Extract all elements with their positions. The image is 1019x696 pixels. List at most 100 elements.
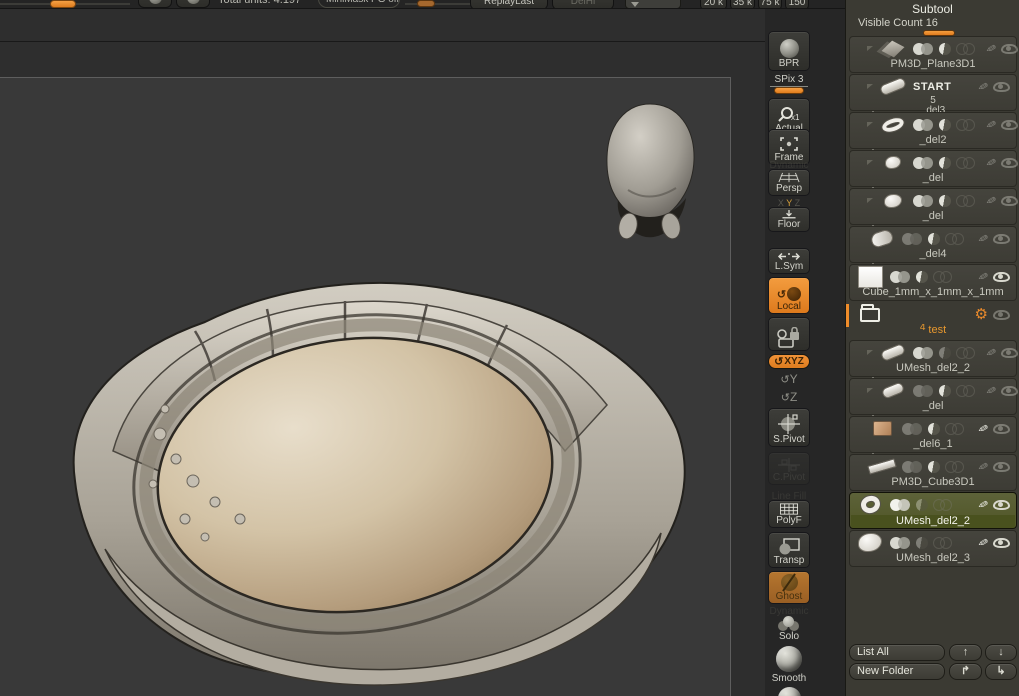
brush-icon[interactable] (978, 233, 988, 245)
transp-button[interactable]: Transp (768, 532, 810, 568)
spix-slider-handle[interactable] (774, 87, 804, 94)
bpr-button[interactable]: BPR (768, 31, 810, 71)
paint-toggle-icon[interactable] (902, 460, 923, 473)
halfmoon-toggle-icon[interactable] (939, 118, 951, 131)
subtool-row[interactable]: _del (849, 188, 1019, 225)
gear-icon[interactable] (975, 307, 988, 322)
split-toggle-icon[interactable] (933, 270, 953, 283)
paint-toggle-icon[interactable] (890, 498, 911, 511)
collapse-triangle-icon[interactable] (867, 198, 873, 203)
brush-icon[interactable] (986, 195, 996, 207)
eye-icon[interactable] (993, 271, 1010, 282)
subtool-folder-row[interactable]: 4test (849, 302, 1017, 339)
lsym-button[interactable]: L.Sym (768, 248, 810, 274)
collapse-triangle-icon[interactable] (867, 46, 873, 51)
brush-icon[interactable] (978, 499, 988, 511)
collapse-triangle-icon[interactable] (867, 160, 873, 165)
eye-icon[interactable] (993, 499, 1010, 510)
subtool-row[interactable]: _del (849, 150, 1019, 187)
toolbar-icon-button-1[interactable] (138, 0, 172, 8)
camera-lock-button[interactable] (768, 317, 810, 351)
move-into-button[interactable] (985, 663, 1017, 680)
eye-icon[interactable] (1001, 157, 1019, 168)
size-button-20k[interactable]: 20 k (700, 0, 727, 8)
halfmoon-toggle-icon[interactable] (916, 270, 928, 283)
material-sphere-2[interactable] (778, 687, 801, 696)
eye-icon[interactable] (1001, 347, 1019, 358)
split-toggle-icon[interactable] (945, 232, 965, 245)
paint-toggle-icon[interactable] (890, 536, 911, 549)
subtool-row[interactable]: PM3D_Plane3D1 (849, 36, 1019, 73)
brush-icon[interactable] (986, 119, 996, 131)
collapse-triangle-icon[interactable] (867, 122, 873, 127)
solo-button[interactable]: Solo (768, 614, 810, 644)
replay-last-button[interactable]: ReplayLast (470, 0, 548, 8)
brush-icon[interactable] (986, 347, 996, 359)
halfmoon-toggle-icon[interactable] (916, 498, 928, 511)
move-out-button[interactable] (949, 663, 982, 680)
eye-icon[interactable] (1001, 43, 1019, 54)
eye-icon[interactable] (1001, 385, 1019, 396)
eye-icon[interactable] (993, 423, 1010, 434)
split-toggle-icon[interactable] (956, 156, 976, 169)
subtool-row-selected[interactable]: UMesh_del2_2 (849, 492, 1017, 529)
paint-toggle-icon[interactable] (890, 270, 911, 283)
paint-toggle-icon[interactable] (913, 156, 934, 169)
smooth-material-sphere[interactable] (776, 646, 802, 672)
brush-icon[interactable] (978, 461, 988, 473)
subtool-row[interactable]: UMesh_del2_2 (849, 340, 1019, 377)
brush-icon[interactable] (978, 537, 988, 549)
move-up-button[interactable] (949, 644, 982, 661)
halfmoon-toggle-icon[interactable] (928, 422, 940, 435)
split-toggle-icon[interactable] (945, 460, 965, 473)
halfmoon-toggle-icon[interactable] (928, 460, 940, 473)
eye-icon[interactable] (1001, 119, 1019, 130)
persp-button[interactable]: Persp (768, 169, 810, 196)
brush-icon[interactable] (986, 385, 996, 397)
eye-icon[interactable] (993, 233, 1010, 244)
toolbar-icon-button-2[interactable] (176, 0, 210, 8)
rotate-z-button[interactable]: Z (768, 390, 810, 404)
paint-toggle-icon[interactable] (913, 384, 934, 397)
size-button-35k[interactable]: 35 k (730, 0, 755, 8)
halfmoon-toggle-icon[interactable] (928, 232, 940, 245)
subtool-row[interactable]: _del4 (849, 226, 1017, 263)
eye-icon[interactable] (993, 537, 1010, 548)
eye-sculpt[interactable] (45, 219, 705, 691)
collapse-triangle-icon[interactable] (867, 350, 873, 355)
brush-icon[interactable] (986, 157, 996, 169)
brush-icon[interactable] (978, 271, 988, 283)
split-toggle-icon[interactable] (956, 346, 976, 359)
paint-toggle-icon[interactable] (902, 232, 923, 245)
halfmoon-toggle-icon[interactable] (939, 42, 951, 55)
paint-toggle-icon[interactable] (913, 42, 934, 55)
collapse-triangle-icon[interactable] (867, 84, 873, 89)
size-button-75k[interactable]: 75 k (758, 0, 782, 8)
subtool-row[interactable]: _del (849, 378, 1019, 415)
paint-toggle-icon[interactable] (902, 422, 923, 435)
collapse-triangle-icon[interactable] (867, 388, 873, 393)
paint-toggle-icon[interactable] (913, 194, 934, 207)
spivot-button[interactable]: S.Pivot (768, 408, 810, 447)
split-toggle-icon[interactable] (956, 118, 976, 131)
rotate-xyz-button[interactable]: XYZ (768, 354, 810, 369)
paint-toggle-icon[interactable] (913, 346, 934, 359)
halfmoon-toggle-icon[interactable] (939, 346, 951, 359)
halfmoon-toggle-icon[interactable] (939, 156, 951, 169)
rotate-y-button[interactable]: Y (768, 372, 810, 386)
halfmoon-toggle-icon[interactable] (939, 194, 951, 207)
split-toggle-icon[interactable] (956, 384, 976, 397)
toolbar-slider2-handle[interactable] (417, 0, 435, 7)
subtool-row[interactable]: UMesh_del2_3 (849, 530, 1017, 567)
brush-icon[interactable] (978, 81, 988, 93)
new-folder-button[interactable]: New Folder (849, 663, 945, 680)
split-toggle-icon[interactable] (945, 422, 965, 435)
split-toggle-icon[interactable] (933, 536, 953, 549)
eye-icon[interactable] (993, 81, 1010, 92)
split-toggle-icon[interactable] (956, 194, 976, 207)
subtool-row[interactable]: _del2 (849, 112, 1019, 149)
subtool-row[interactable]: START 5 _del3 (849, 74, 1017, 116)
move-down-button[interactable] (985, 644, 1017, 661)
halfmoon-toggle-icon[interactable] (916, 536, 928, 549)
toolbar-dropdown[interactable] (625, 0, 681, 8)
